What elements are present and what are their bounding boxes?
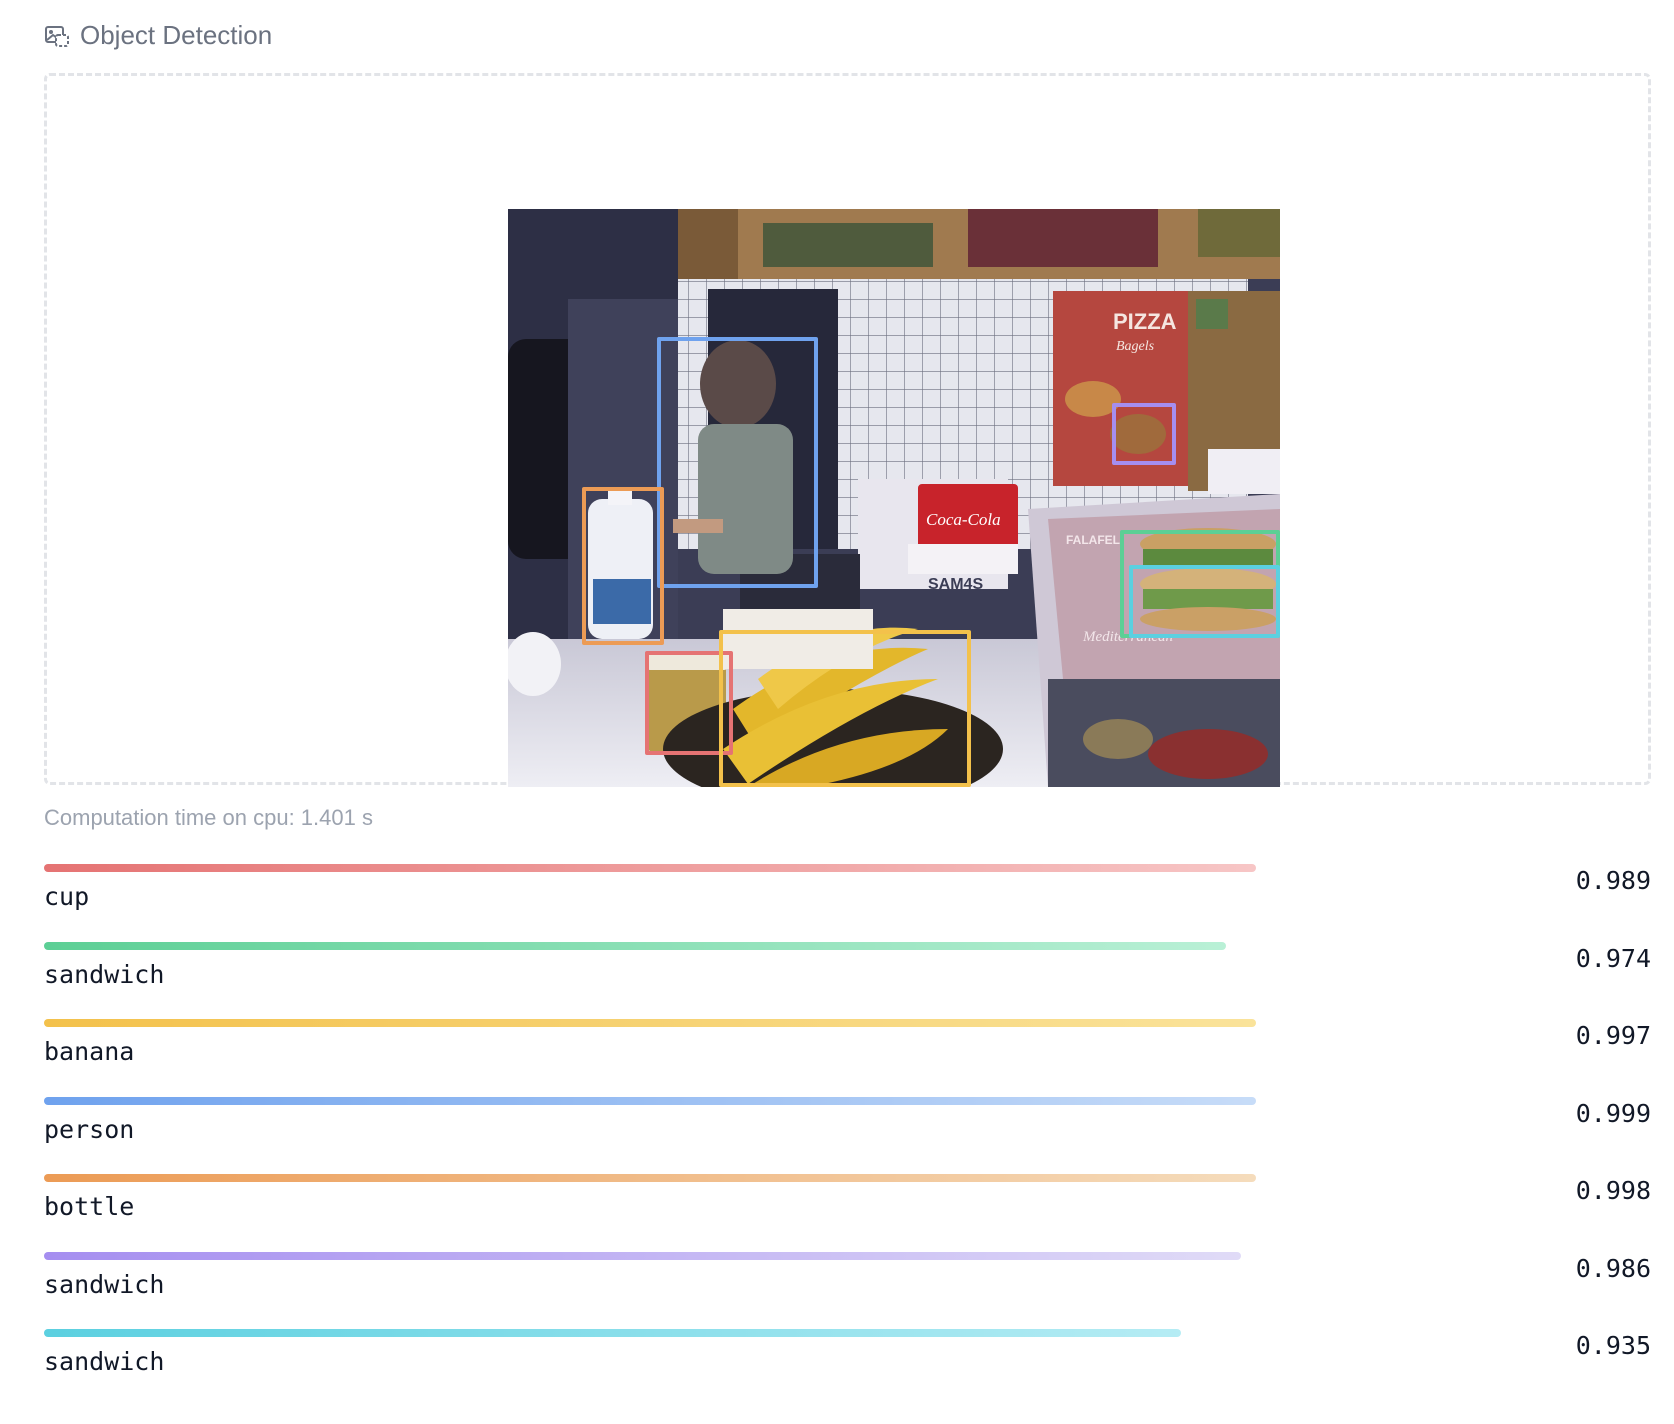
result-score: 0.998: [1575, 1176, 1651, 1205]
result-row: bottle 0.998: [44, 1174, 1651, 1252]
widget-title: Object Detection: [80, 20, 273, 50]
result-score: 0.989: [1575, 866, 1651, 895]
result-label: sandwich: [44, 1269, 165, 1299]
confidence-bar: [44, 1174, 1256, 1182]
image-output-panel: PIZZA Bagels SAM4S Coca-Cola FALAFEL Med…: [44, 73, 1651, 787]
confidence-bar: [44, 864, 1256, 872]
result-score: 0.974: [1575, 943, 1651, 973]
result-label: sandwich: [44, 1347, 165, 1376]
result-row: sandwich 0.974: [44, 941, 1651, 1020]
result-row: sandwich 0.935: [44, 1329, 1651, 1407]
result-row: sandwich 0.986: [44, 1251, 1651, 1330]
result-score: 0.935: [1575, 1331, 1651, 1360]
register-brand-text: SAM4S: [928, 576, 983, 593]
result-row: banana 0.997: [44, 1019, 1651, 1097]
result-score: 0.997: [1575, 1021, 1651, 1050]
poster-pizza-text: PIZZA: [1113, 309, 1177, 334]
poster-bagels-text: Bagels: [1116, 339, 1155, 354]
image-detection-icon: [44, 23, 70, 49]
confidence-bar: [44, 941, 1226, 950]
object-detection-widget: Object Detection PIZZA Bagels SAM4S Coca…: [0, 0, 1674, 1424]
computation-time: Computation time on cpu: 1.401 s: [44, 805, 373, 830]
result-score: 0.986: [1575, 1253, 1651, 1283]
detection-results-list: cup 0.989 sandwich 0.974 banana 0.997 pe…: [44, 864, 1651, 1407]
case-falafel-text: FALAFEL: [1066, 533, 1120, 547]
confidence-bar: [44, 1251, 1241, 1260]
result-label: bottle: [44, 1192, 135, 1221]
widget-header: Object Detection: [44, 20, 272, 51]
result-row: cup 0.989: [44, 864, 1651, 942]
result-label: person: [44, 1114, 135, 1144]
result-score: 0.999: [1575, 1098, 1651, 1128]
case-mediterranean-text: Mediterranean: [1082, 629, 1173, 645]
annotated-image: PIZZA Bagels SAM4S Coca-Cola FALAFEL Med…: [508, 209, 1280, 787]
confidence-bar: [44, 1096, 1256, 1105]
result-label: sandwich: [44, 959, 165, 989]
confidence-bar: [44, 1329, 1181, 1337]
napkin-brand-text: Coca-Cola: [926, 510, 1001, 529]
result-label: banana: [44, 1037, 135, 1066]
confidence-bar: [44, 1019, 1256, 1027]
result-label: cup: [44, 882, 90, 911]
result-row: person 0.999: [44, 1096, 1651, 1175]
